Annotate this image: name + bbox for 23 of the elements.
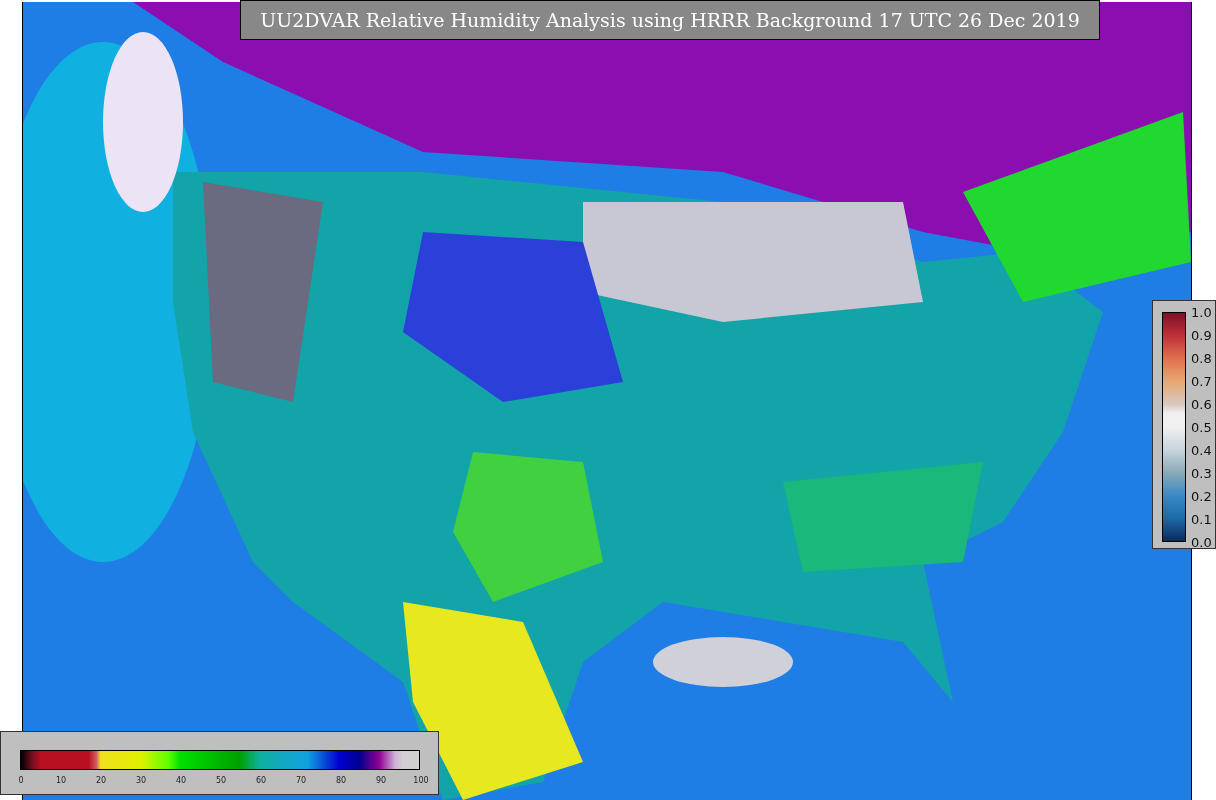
- tick-label: 0: [18, 776, 24, 785]
- tick-label: 100: [413, 776, 429, 785]
- tick-label: 0.9: [1191, 327, 1212, 343]
- tick-label: 90: [375, 776, 387, 785]
- tick-label: 0.6: [1191, 396, 1212, 412]
- tick-label: 0.1: [1191, 511, 1212, 527]
- tick-label: 20: [95, 776, 107, 785]
- tick-label: 0.0: [1191, 534, 1212, 550]
- tick-label: 0.4: [1191, 442, 1212, 458]
- tick-label: 70: [295, 776, 307, 785]
- tick-label: 80: [335, 776, 347, 785]
- tick-label: 0.2: [1191, 488, 1212, 504]
- tick-label: 40: [175, 776, 187, 785]
- tick-label: 60: [255, 776, 267, 785]
- tick-label: 1.0: [1191, 304, 1212, 320]
- tick-label: 50: [215, 776, 227, 785]
- tick-label: 0.7: [1191, 373, 1212, 389]
- tick-label: 10: [55, 776, 67, 785]
- tick-label: 0.5: [1191, 419, 1212, 435]
- tick-label: 0.8: [1191, 350, 1212, 366]
- map-title: UU2DVAR Relative Humidity Analysis using HRRR Background 17 UTC 26 Dec 2019: [240, 0, 1100, 40]
- tick-label: 30: [135, 776, 147, 785]
- tick-label: 0.3: [1191, 465, 1212, 481]
